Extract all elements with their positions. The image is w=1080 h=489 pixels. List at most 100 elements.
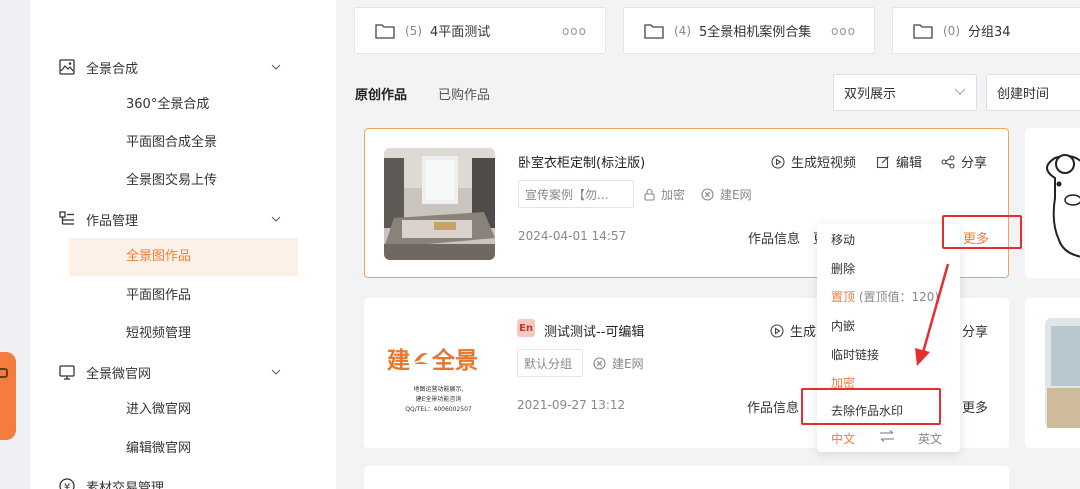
highlight-watermark-box	[801, 388, 941, 425]
sidebar-item-plan-works[interactable]: 平面图作品	[126, 287, 191, 305]
folder-name: 分组34	[968, 25, 1011, 40]
work-thumbnail[interactable]	[384, 148, 495, 260]
share-button[interactable]: 分享	[941, 152, 987, 171]
sidebar-item-video-manage[interactable]: 短视频管理	[126, 325, 191, 343]
work-title[interactable]: 卧室衣柜定制(标注版)	[518, 152, 645, 171]
view-mode-select[interactable]: 双列展示	[833, 74, 977, 111]
tab-original-works[interactable]: 原创作品	[355, 84, 407, 103]
site-tag[interactable]: 建E网	[701, 186, 752, 203]
highlight-more-box	[942, 215, 1022, 249]
share-button[interactable]: 分享	[962, 321, 988, 340]
more-label: 更多	[962, 401, 989, 416]
chevron-down-icon[interactable]	[270, 61, 282, 73]
sidebar-group-works-manage[interactable]: 作品管理	[58, 209, 138, 229]
work-thumbnail[interactable]: 建 全景 地图运营功能展示, 建E全景功能咨询 QQ/TEL：400600250…	[383, 315, 494, 427]
svg-text:¥: ¥	[64, 482, 70, 489]
folder-count: (5)	[405, 23, 422, 38]
generate-video-button[interactable]: 生成短视频	[771, 152, 856, 171]
work-info-label: 作品信息	[748, 232, 801, 247]
sidebar-group-panorama-compose[interactable]: 全景合成	[58, 57, 138, 77]
sidebar-item-edit-site[interactable]: 编辑微官网	[126, 440, 191, 458]
sidebar-group-label: 作品管理	[86, 213, 139, 229]
group-select[interactable]: 默认分组	[517, 349, 583, 377]
work-card-partial[interactable]	[1025, 128, 1080, 278]
folder-icon	[644, 23, 664, 39]
generate-video-button[interactable]: 生成	[770, 321, 816, 340]
chevron-down-icon	[954, 87, 966, 98]
folder-more-icon[interactable]: ooo	[831, 24, 856, 38]
chevron-down-icon[interactable]	[270, 366, 282, 378]
panorama-compose-icon	[58, 58, 76, 76]
play-circle-icon	[771, 154, 785, 169]
sort-select[interactable]: 创建时间	[986, 74, 1080, 111]
cartoon-bear-thumbnail	[1046, 154, 1080, 258]
work-title[interactable]: 测试测试--可编辑	[544, 321, 644, 340]
menu-item-delete[interactable]: 删除	[831, 260, 855, 277]
work-date: 2021-09-27 13:12	[517, 398, 626, 412]
folder-icon	[375, 23, 395, 39]
work-info-button[interactable]: 作品信息	[748, 228, 800, 247]
generate-video-label: 生成短视频	[791, 156, 857, 171]
sidebar-group-asset-trade[interactable]: ¥ 素材交易管理	[58, 476, 164, 489]
lang-en[interactable]: 英文	[918, 430, 942, 447]
more-button[interactable]: 更多	[962, 397, 988, 416]
share-icon	[941, 154, 955, 169]
share-label: 分享	[961, 156, 988, 171]
work-info-button[interactable]: 作品信息	[747, 397, 799, 416]
logo-caption: 地图运营功能展示, 建E全景功能咨询 QQ/TEL：4006002507	[383, 385, 494, 415]
logo-line: 建E全景功能咨询	[415, 396, 462, 403]
works-manage-icon	[58, 210, 76, 228]
sidebar-item-trade-upload[interactable]: 全景图交易上传	[126, 172, 217, 190]
lock-icon	[644, 188, 655, 201]
folder-card[interactable]: (0) 分组34	[892, 7, 1080, 54]
edit-button[interactable]: 编辑	[876, 152, 922, 171]
folder-count: (0)	[943, 23, 960, 38]
folder-more-icon[interactable]: ooo	[562, 24, 587, 38]
work-info-label: 作品信息	[747, 401, 800, 416]
share-label: 分享	[962, 325, 989, 340]
sidebar-item-plan-compose[interactable]: 平面图合成全景	[126, 134, 217, 152]
annotation-arrow-icon	[915, 263, 950, 366]
work-card[interactable]	[364, 466, 1009, 489]
close-circle-icon	[701, 188, 714, 201]
folder-name: 5全景相机案例合集	[699, 25, 812, 40]
sidebar-group-label: 全景合成	[86, 61, 139, 77]
close-circle-icon	[593, 357, 606, 370]
view-mode-value: 双列展示	[844, 87, 897, 102]
brand-text: 全景	[432, 348, 478, 374]
site-tag[interactable]: 建E网	[593, 355, 644, 372]
floating-tab-icon	[0, 368, 8, 378]
play-circle-icon	[770, 323, 784, 338]
brand-logo: 建 全景	[387, 341, 478, 375]
en-badge: En	[517, 319, 535, 337]
folder-card[interactable]: (5) 4平面测试 ooo	[354, 7, 606, 54]
floating-tab[interactable]	[0, 352, 16, 440]
tab-purchased-works[interactable]: 已购作品	[438, 84, 490, 103]
sort-value: 创建时间	[997, 87, 1050, 102]
logo-line: 地图运营功能展示,	[413, 386, 464, 393]
sidebar-group-micro-site[interactable]: 全景微官网	[58, 362, 151, 382]
logo-line: QQ/TEL：4006002507	[405, 406, 472, 413]
sidebar-item-panorama-works[interactable]: 全景图作品	[126, 248, 191, 266]
encrypt-toggle[interactable]: 加密	[643, 186, 685, 203]
pin-label: 置顶	[831, 290, 856, 304]
work-card-partial[interactable]	[1025, 298, 1080, 448]
chevron-down-icon[interactable]	[270, 213, 282, 225]
interior-thumbnail	[1045, 318, 1080, 428]
generate-video-label: 生成	[790, 325, 817, 340]
brand-mark-icon	[414, 353, 428, 364]
folder-card[interactable]: (4) 5全景相机案例合集 ooo	[623, 7, 875, 54]
group-select[interactable]: 宣传案例【勿...	[518, 180, 634, 208]
sidebar-item-enter-site[interactable]: 进入微官网	[126, 401, 191, 419]
asset-trade-icon: ¥	[58, 477, 76, 489]
brand-char: 建	[387, 348, 410, 374]
work-date: 2024-04-01 14:57	[518, 229, 627, 243]
site-label: 建E网	[720, 188, 752, 202]
folder-name: 4平面测试	[430, 25, 491, 40]
sidebar-item-360-compose[interactable]: 360°全景合成	[126, 96, 209, 114]
lang-zh[interactable]: 中文	[831, 430, 855, 447]
menu-item-embed[interactable]: 内嵌	[831, 317, 855, 334]
swap-icon[interactable]	[879, 430, 895, 445]
menu-item-move[interactable]: 移动	[831, 231, 855, 248]
menu-item-temp-link[interactable]: 临时链接	[831, 346, 879, 363]
